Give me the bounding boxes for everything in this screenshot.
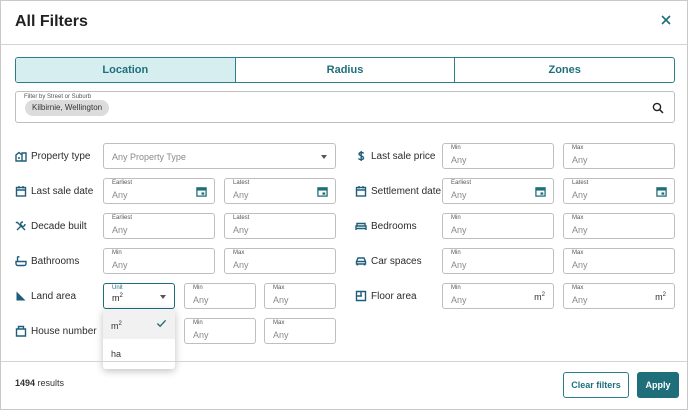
decade-built-latest-input[interactable]: Latest Any bbox=[224, 213, 336, 239]
search-icon[interactable] bbox=[652, 102, 664, 114]
floor-area-label: Floor area bbox=[355, 288, 417, 304]
checkmark-icon bbox=[156, 319, 167, 328]
floor-area-max-input[interactable]: Max Any m2 bbox=[563, 283, 675, 309]
settlement-date-earliest-input[interactable]: Earliest Any bbox=[442, 178, 554, 204]
bath-icon bbox=[15, 256, 27, 267]
close-icon[interactable] bbox=[657, 11, 675, 29]
street-suburb-search-input[interactable]: Filter by Street or Suburb Kilbirnie, We… bbox=[15, 91, 675, 123]
property-type-label: Property type bbox=[15, 148, 90, 164]
settlement-date-label: Settlement date bbox=[355, 183, 441, 199]
results-count: 1494 results bbox=[15, 378, 65, 388]
door-icon bbox=[15, 325, 27, 337]
last-sale-price-max-input[interactable]: Max Any bbox=[563, 143, 675, 169]
suburb-chip[interactable]: Kilbirnie, Wellington bbox=[25, 100, 110, 116]
clear-filters-button[interactable]: Clear filters bbox=[563, 372, 629, 398]
tab-zones[interactable]: Zones bbox=[455, 58, 674, 82]
bathrooms-min-input[interactable]: Min Any bbox=[103, 248, 215, 274]
bedrooms-label: Bedrooms bbox=[355, 218, 417, 234]
chevron-down-icon bbox=[160, 295, 166, 299]
dialog-footer: 1494 results Clear filters Apply bbox=[1, 361, 687, 409]
land-area-label: Land area bbox=[15, 288, 76, 304]
unit-dropdown-menu: m2 ha bbox=[103, 309, 175, 369]
calendar-icon[interactable] bbox=[535, 186, 546, 197]
car-icon bbox=[355, 257, 367, 266]
floorplan-icon bbox=[355, 290, 367, 302]
area-icon bbox=[16, 291, 26, 301]
house-number-label: House number bbox=[15, 323, 97, 339]
land-area-unit-select[interactable]: Unit m2 bbox=[103, 283, 175, 309]
all-filters-dialog: All Filters Location Radius Zones Filter… bbox=[0, 0, 688, 410]
dialog-title: All Filters bbox=[15, 13, 88, 30]
settlement-date-latest-input[interactable]: Latest Any bbox=[563, 178, 675, 204]
house-number-max-input[interactable]: Max Any bbox=[264, 318, 336, 344]
land-area-max-input[interactable]: Max Any bbox=[264, 283, 336, 309]
last-sale-price-min-input[interactable]: Min Any bbox=[442, 143, 554, 169]
bed-icon bbox=[355, 222, 367, 230]
last-sale-date-earliest-input[interactable]: Earliest Any bbox=[103, 178, 215, 204]
dollar-icon bbox=[357, 151, 365, 161]
last-sale-price-label: Last sale price bbox=[355, 148, 435, 164]
location-tabs: Location Radius Zones bbox=[15, 57, 675, 83]
calendar-icon bbox=[355, 186, 367, 197]
bedrooms-max-input[interactable]: Max Any bbox=[563, 213, 675, 239]
calendar-icon bbox=[15, 186, 27, 197]
bathrooms-label: Bathrooms bbox=[15, 253, 79, 269]
house-number-min-input[interactable]: Min Any bbox=[184, 318, 256, 344]
bathrooms-max-input[interactable]: Max Any bbox=[224, 248, 336, 274]
dialog-header: All Filters bbox=[1, 1, 687, 45]
land-area-min-input[interactable]: Min Any bbox=[184, 283, 256, 309]
calendar-icon[interactable] bbox=[317, 186, 328, 197]
tools-icon bbox=[15, 221, 26, 231]
calendar-icon[interactable] bbox=[656, 186, 667, 197]
tab-radius[interactable]: Radius bbox=[236, 58, 456, 82]
car-spaces-label: Car spaces bbox=[355, 253, 422, 269]
unit-suffix: m2 bbox=[534, 292, 545, 302]
house-icon bbox=[15, 151, 27, 162]
chevron-down-icon bbox=[321, 155, 327, 159]
last-sale-date-latest-input[interactable]: Latest Any bbox=[224, 178, 336, 204]
unit-option-m2[interactable]: m2 bbox=[103, 309, 175, 339]
bedrooms-min-input[interactable]: Min Any bbox=[442, 213, 554, 239]
car-spaces-max-input[interactable]: Max Any bbox=[563, 248, 675, 274]
last-sale-date-label: Last sale date bbox=[15, 183, 93, 199]
tab-location[interactable]: Location bbox=[16, 58, 236, 82]
decade-built-label: Decade built bbox=[15, 218, 87, 234]
property-type-select[interactable]: Any Property Type bbox=[103, 143, 336, 169]
apply-button[interactable]: Apply bbox=[637, 372, 679, 398]
unit-suffix: m2 bbox=[655, 292, 666, 302]
decade-built-earliest-input[interactable]: Earliest Any bbox=[103, 213, 215, 239]
calendar-icon[interactable] bbox=[196, 186, 207, 197]
car-spaces-min-input[interactable]: Min Any bbox=[442, 248, 554, 274]
floor-area-min-input[interactable]: Min Any m2 bbox=[442, 283, 554, 309]
